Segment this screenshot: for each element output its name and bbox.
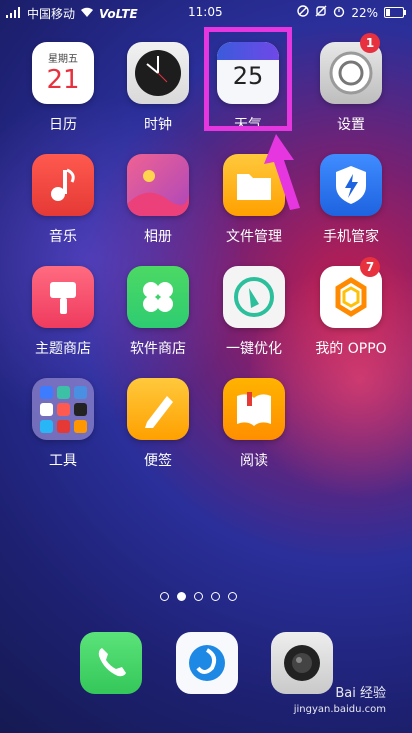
status-bar: 中国移动 VoLTE 11:05 22% <box>0 0 412 26</box>
app-label: 软件商店 <box>130 341 186 357</box>
app-settings[interactable]: 1 设置 <box>306 33 396 134</box>
oppo-icon: 7 <box>320 257 382 328</box>
app-gallery[interactable]: 相册 <box>113 154 203 246</box>
alarm-icon <box>333 5 345 20</box>
nfc-icon <box>297 5 310 20</box>
pointer-arrow <box>264 134 300 210</box>
mute-icon <box>315 5 327 20</box>
pencil-icon <box>127 378 189 440</box>
page-dot-active[interactable] <box>177 592 186 601</box>
browser-icon[interactable] <box>176 632 238 694</box>
folder-tools-icon <box>32 378 94 440</box>
phone-icon[interactable] <box>80 632 142 694</box>
camera-icon[interactable] <box>271 632 333 694</box>
wifi-icon <box>80 7 94 21</box>
app-label: 设置 <box>337 117 365 133</box>
app-optimize[interactable]: 一键优化 <box>209 266 299 358</box>
app-software-store[interactable]: 软件商店 <box>113 266 203 358</box>
app-notes[interactable]: 便签 <box>113 378 203 470</box>
page-dot[interactable] <box>194 592 203 601</box>
page-dot[interactable] <box>160 592 169 601</box>
calendar-day: 21 <box>46 65 80 95</box>
app-clock[interactable]: 时钟 <box>113 42 203 134</box>
settings-icon: 1 <box>320 33 382 104</box>
app-label: 日历 <box>49 117 77 133</box>
settings-badge: 1 <box>360 33 380 53</box>
clock-icon <box>127 42 189 104</box>
app-label: 时钟 <box>144 117 172 133</box>
app-label: 音乐 <box>49 229 77 245</box>
watermark-url: jingyan.baidu.com <box>293 704 386 715</box>
carrier-name: 中国移动 <box>27 7 76 21</box>
folder-tools[interactable]: 工具 <box>18 378 108 470</box>
page-dot[interactable] <box>211 592 220 601</box>
page-indicator <box>160 592 237 601</box>
highlight-box <box>204 27 292 131</box>
app-music[interactable]: 音乐 <box>18 154 108 246</box>
battery-icon <box>384 7 406 18</box>
signal-icon <box>6 6 22 21</box>
app-label: 工具 <box>49 453 77 469</box>
app-label: 阅读 <box>240 453 268 469</box>
app-label: 一键优化 <box>226 341 282 357</box>
app-phone-manager[interactable]: 手机管家 <box>306 154 396 246</box>
music-icon <box>32 154 94 216</box>
shield-icon <box>320 154 382 216</box>
watermark-logo: Bai 经验 <box>335 686 386 701</box>
app-calendar[interactable]: 星期五 21 日历 <box>18 42 108 134</box>
gallery-icon <box>127 154 189 216</box>
app-label: 主题商店 <box>35 341 91 357</box>
app-label: 便签 <box>144 453 172 469</box>
app-label: 我的 OPPO <box>315 341 387 357</box>
app-my-oppo[interactable]: 7 我的 OPPO <box>306 257 396 358</box>
oppo-badge: 7 <box>360 257 380 277</box>
book-icon <box>223 378 285 440</box>
clock-time: 11:05 <box>188 5 223 19</box>
battery-percent: 22% <box>351 5 378 20</box>
brush-icon <box>32 266 94 328</box>
app-label: 相册 <box>144 229 172 245</box>
app-reading[interactable]: 阅读 <box>209 378 299 470</box>
appstore-icon <box>127 266 189 328</box>
app-theme-store[interactable]: 主题商店 <box>18 266 108 358</box>
calendar-weekday: 星期五 <box>48 54 78 65</box>
page-dot[interactable] <box>228 592 237 601</box>
network-type: VoLTE <box>99 6 138 21</box>
app-label: 文件管理 <box>226 229 282 245</box>
broom-icon <box>223 266 285 328</box>
app-label: 手机管家 <box>323 229 379 245</box>
calendar-icon: 星期五 21 <box>32 42 94 104</box>
